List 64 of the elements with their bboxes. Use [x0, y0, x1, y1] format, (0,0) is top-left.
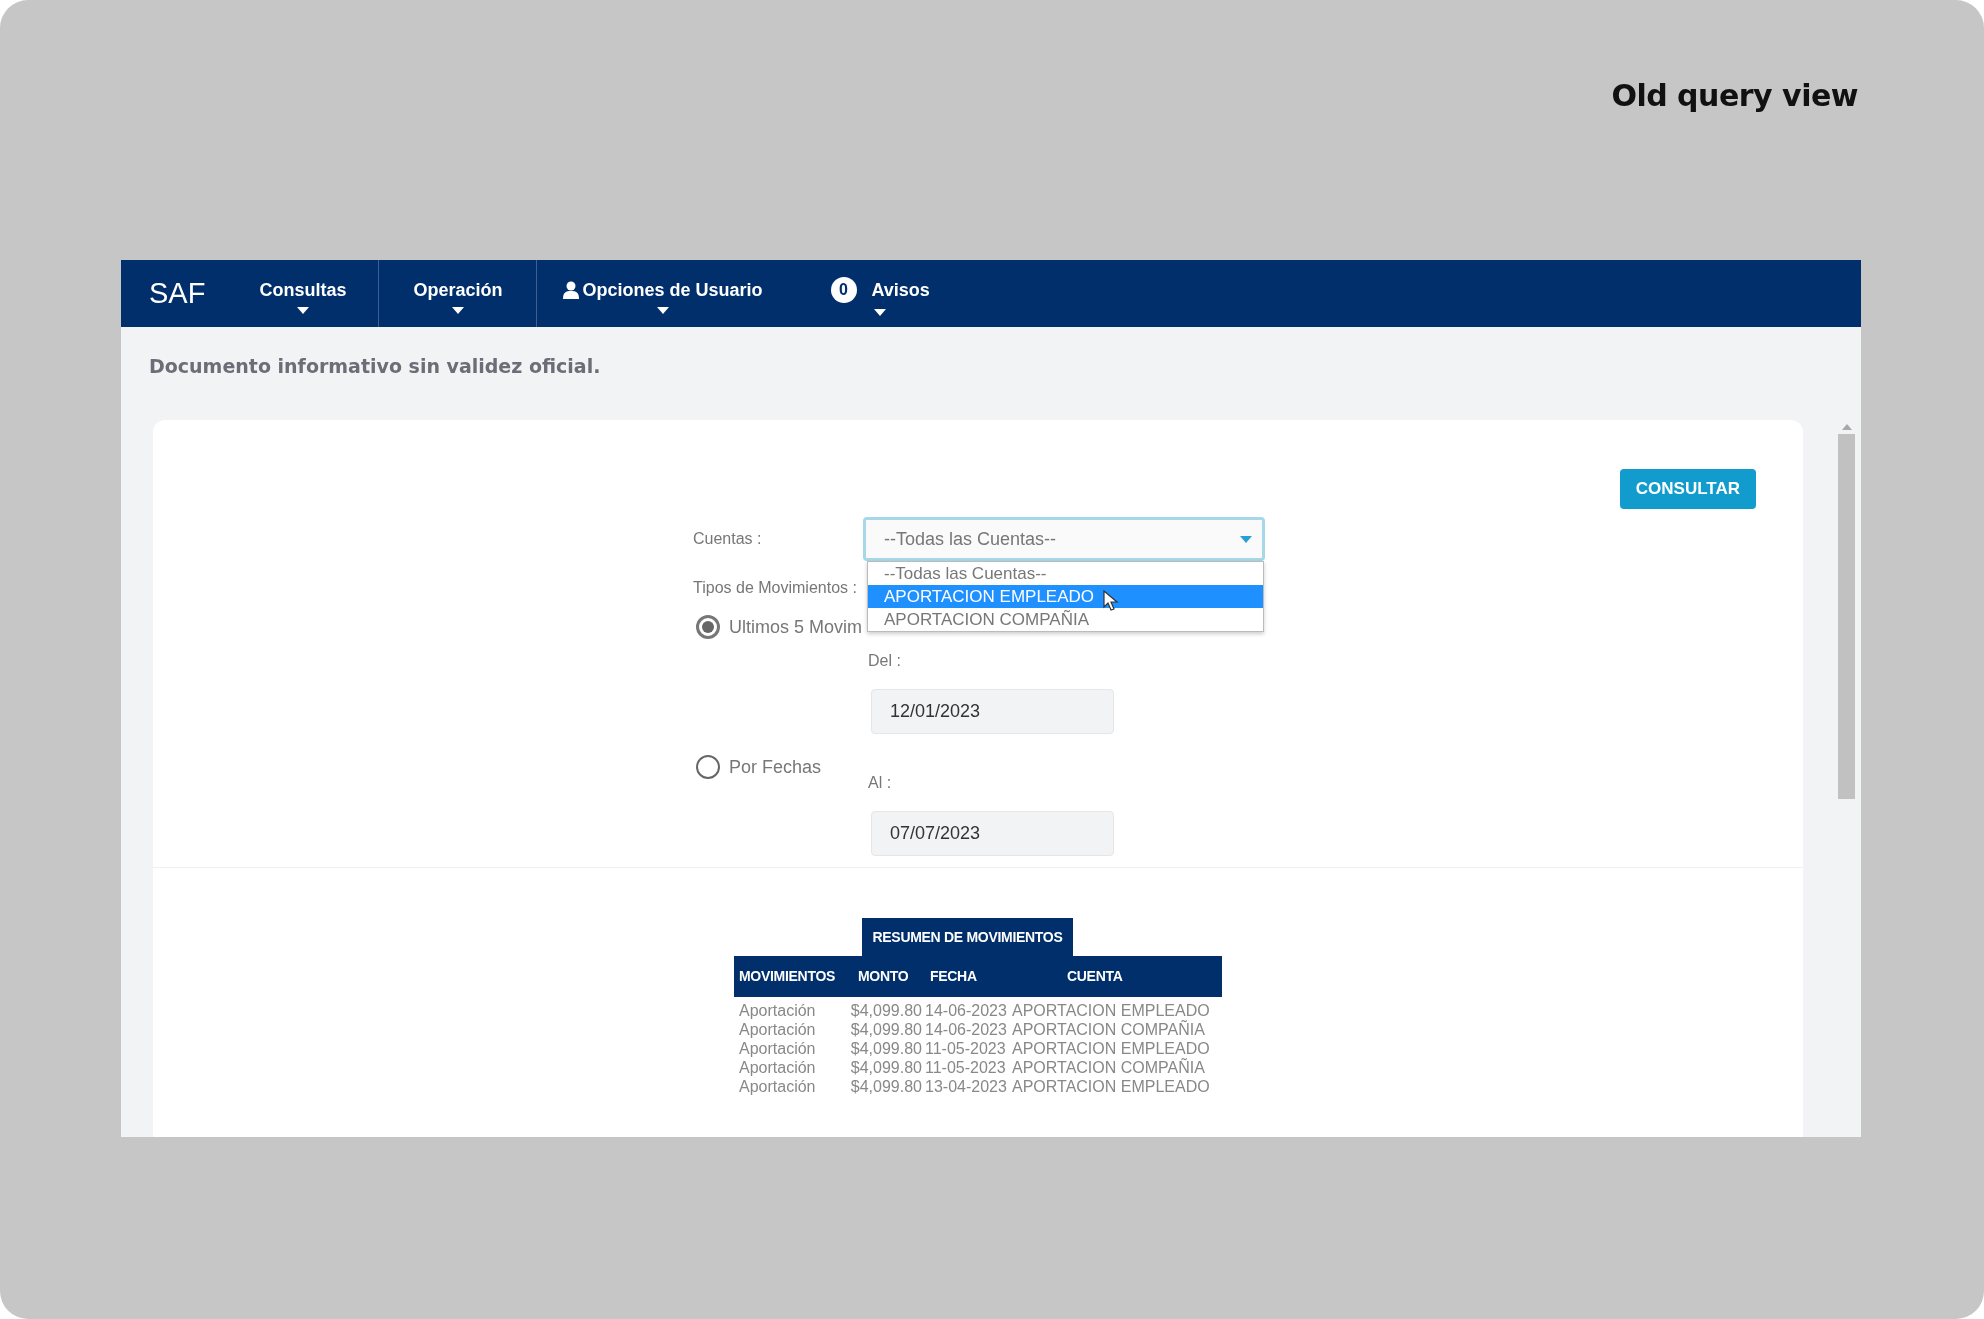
- table-cell-text: $4,099.80: [849, 1077, 923, 1096]
- nav-menu[interactable]: Operación: [379, 260, 538, 327]
- cursor-icon: [1103, 590, 1119, 612]
- consult-button[interactable]: CONSULTAR: [1619, 469, 1756, 509]
- radio-label: Por Fechas: [729, 756, 822, 778]
- table-cell-text: APORTACION COMPAÑIA: [1012, 1058, 1206, 1077]
- scrollbar-thumb[interactable]: [1838, 434, 1855, 799]
- field-label: Del :: [868, 652, 902, 671]
- date-input-field[interactable]: 07/07/2023: [871, 811, 1114, 856]
- column-header: MOVIMIENTOS: [738, 967, 836, 986]
- table-cell-text: APORTACION EMPLEADO: [1012, 1077, 1211, 1096]
- table-cell-text: $4,099.80: [849, 1058, 923, 1077]
- radio-label: Ultimos 5 Movim: [729, 616, 862, 638]
- caret-icon: [1240, 535, 1252, 543]
- table-cell-text: 11-05-2023: [925, 1039, 1007, 1058]
- caret-icon: [451, 306, 464, 314]
- column-header: CUENTA: [1066, 967, 1124, 986]
- field-label: Cuentas :: [693, 530, 763, 548]
- table-cell-text: Aportación: [738, 1039, 817, 1058]
- table-cell-text: APORTACION EMPLEADO: [1012, 1039, 1211, 1058]
- table-cell-text: 14-06-2023: [925, 1020, 1008, 1039]
- caret-icon: [296, 306, 309, 314]
- table-cell-text: Aportación: [738, 1077, 817, 1096]
- notice-text: Documento informativo sin validez oficial.: [148, 354, 602, 379]
- nav-menu[interactable]: Consultas: [229, 260, 380, 327]
- dropdown-option[interactable]: APORTACION COMPAÑIA: [868, 608, 1263, 631]
- radio-option[interactable]: Ultimos 5 Movim: [696, 615, 866, 639]
- user-icon: [563, 281, 580, 299]
- nav-label: Avisos: [871, 279, 930, 301]
- field-label: Al :: [868, 774, 893, 793]
- nav-label: Consultas: [259, 279, 347, 301]
- radio-option[interactable]: Por Fechas: [696, 755, 866, 779]
- table-cell-text: 13-04-2023: [925, 1077, 1008, 1096]
- select-value: --Todas las Cuentas--: [884, 528, 1057, 550]
- column-header: MONTO: [857, 967, 910, 986]
- table-cell-text: APORTACION EMPLEADO: [1012, 1001, 1211, 1020]
- caret-icon: [874, 309, 887, 316]
- page-title: Old query view: [1611, 78, 1858, 113]
- caret-icon: [656, 306, 669, 314]
- radio-button[interactable]: [696, 755, 720, 779]
- date-input-field[interactable]: 12/01/2023: [871, 689, 1114, 734]
- table-cell-text: $4,099.80: [849, 1020, 923, 1039]
- scroll-up-icon: [1841, 424, 1852, 430]
- nav-label: Operación: [413, 279, 503, 301]
- dropdown-option[interactable]: --Todas las Cuentas--: [868, 562, 1263, 585]
- nav-label: Opciones de Usuario: [582, 279, 763, 301]
- field-label: Tipos de Movimientos :: [693, 579, 857, 597]
- table-cell-text: 14-06-2023: [925, 1001, 1008, 1020]
- table-cell-text: APORTACION COMPAÑIA: [1012, 1020, 1206, 1039]
- brand-logo: SAF: [148, 276, 207, 311]
- account-select[interactable]: --Todas las Cuentas--: [863, 517, 1265, 561]
- column-header: FECHA: [929, 967, 978, 986]
- nav-menu[interactable]: 0 Avisos: [802, 260, 950, 327]
- table-cell-text: Aportación: [738, 1058, 817, 1077]
- table-cell-text: 11-05-2023: [925, 1058, 1007, 1077]
- table-cell-text: $4,099.80: [849, 1039, 923, 1058]
- radio-button[interactable]: [696, 615, 720, 639]
- notification-badge: 0: [830, 277, 857, 303]
- dropdown-option[interactable]: APORTACION EMPLEADO: [868, 585, 1263, 608]
- table-title: RESUMEN DE MOVIMIENTOS: [862, 918, 1073, 956]
- nav-menu[interactable]: Opciones de Usuario: [537, 260, 803, 327]
- table-cell-text: Aportación: [738, 1020, 817, 1039]
- table-cell-text: $4,099.80: [849, 1001, 923, 1020]
- table-cell-text: Aportación: [738, 1001, 817, 1020]
